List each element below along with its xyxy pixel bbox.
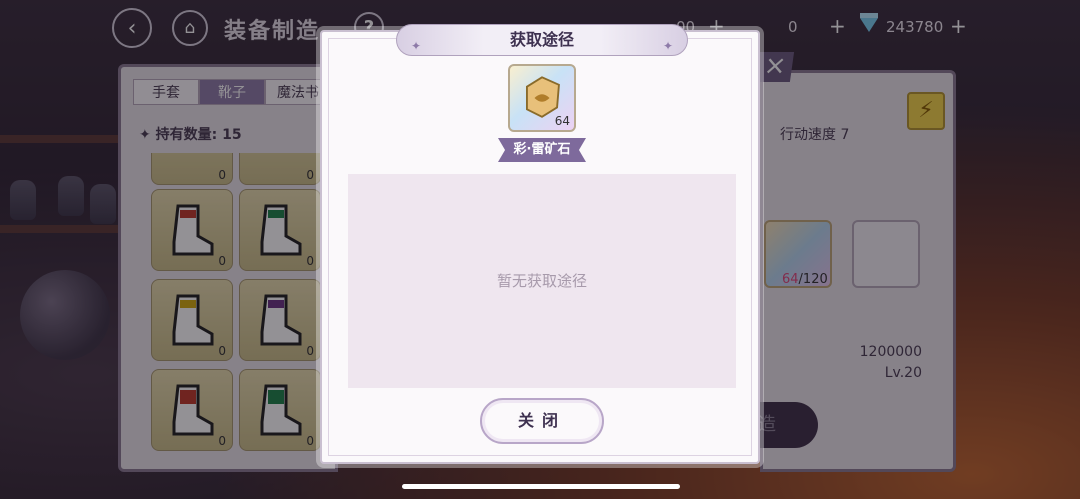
- item-quantity: 64: [554, 114, 570, 128]
- sparkle-icon: ✦: [662, 39, 673, 53]
- empty-state-text: 暂无获取途径: [496, 272, 587, 290]
- acquisition-dialog: ✦ 获取途径 ✦ 64 彩·雷矿石 暂无获取途径 关闭: [320, 24, 760, 464]
- sources-list: 暂无获取途径: [348, 174, 736, 388]
- ore-item-icon: 64: [508, 64, 576, 132]
- sparkle-icon: ✦: [411, 39, 422, 53]
- close-button[interactable]: 关闭: [480, 398, 604, 444]
- dialog-title-text: 获取途径: [509, 30, 574, 49]
- item-name-label: 彩·雷矿石: [498, 138, 586, 162]
- home-indicator[interactable]: [402, 484, 680, 489]
- dialog-title: ✦ 获取途径 ✦: [396, 24, 688, 56]
